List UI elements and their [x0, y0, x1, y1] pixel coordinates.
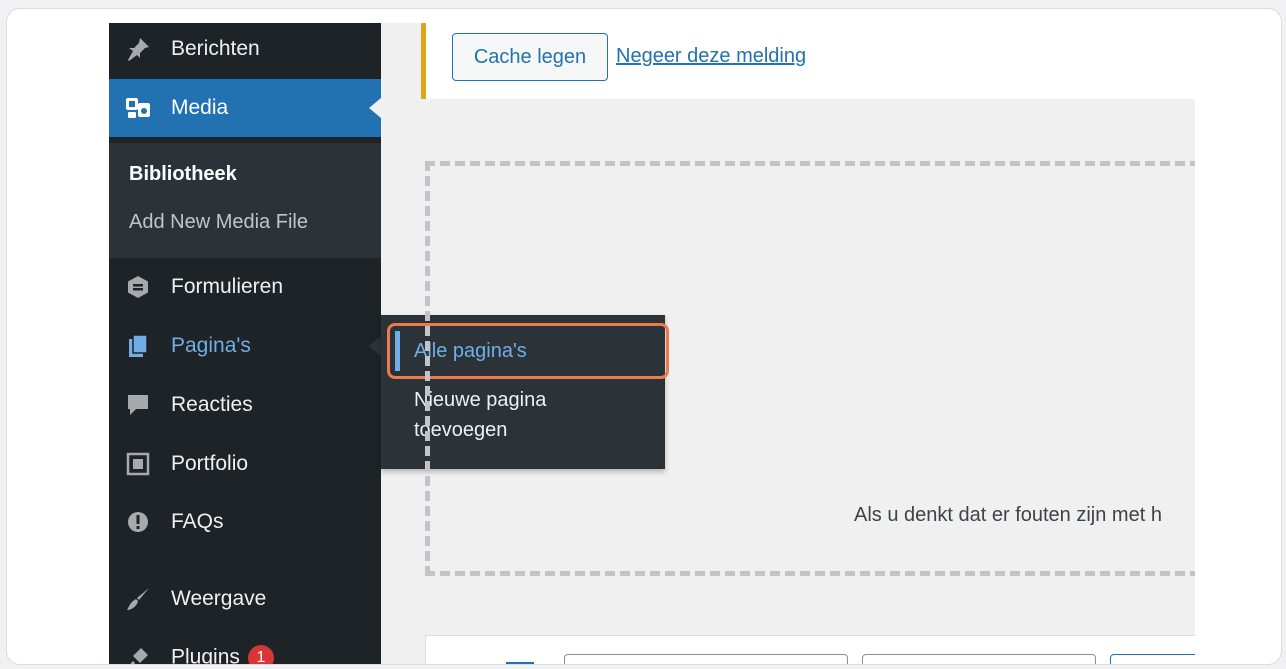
sidebar-item-label: FAQs [171, 510, 224, 533]
media-toolbar [425, 635, 1195, 664]
filter-select-1[interactable] [564, 654, 848, 664]
comment-icon [123, 390, 153, 420]
sidebar-item-weergave[interactable]: Weergave [109, 579, 381, 619]
pages-icon [123, 331, 153, 361]
dismiss-notice-link[interactable]: Negeer deze melding [616, 45, 806, 68]
update-count-badge: 1 [247, 645, 274, 664]
submenu-item-add-new-media[interactable]: Add New Media File [129, 211, 308, 234]
admin-notice: Cache legen Negeer deze melding [421, 23, 1195, 99]
sidebar-item-reacties[interactable]: Reacties [109, 385, 381, 425]
screenshot-frame: Berichten Media Bibliotheek Add New Medi… [6, 8, 1282, 665]
sidebar-item-media[interactable]: Media [109, 79, 381, 137]
upload-dropzone[interactable]: Als u denkt dat er fouten zijn met h [425, 161, 1195, 576]
forms-icon [123, 272, 153, 302]
plugins-label: Plugins [171, 645, 240, 664]
clear-cache-button[interactable]: Cache legen [452, 33, 608, 81]
grid-view-icon[interactable] [506, 662, 534, 664]
sidebar-item-label: Weergave [171, 587, 267, 610]
pin-icon [123, 34, 153, 64]
dropzone-hint-text: Als u denkt dat er fouten zijn met h [854, 504, 1162, 526]
sidebar-item-faqs[interactable]: FAQs [109, 502, 381, 542]
plugin-icon [123, 643, 153, 664]
sidebar-item-label: Media [171, 96, 229, 119]
sidebar-item-portfolio[interactable]: Portfolio [109, 444, 381, 484]
admin-sidebar: Berichten Media Bibliotheek Add New Medi… [109, 23, 381, 664]
sidebar-item-label: Plugins 1 [171, 645, 274, 664]
info-icon [123, 507, 153, 537]
sidebar-item-paginas[interactable]: Pagina's [109, 326, 381, 366]
submenu-item-bibliotheek[interactable]: Bibliotheek [129, 163, 237, 186]
sidebar-item-label: Formulieren [171, 275, 284, 298]
sidebar-item-label: Portfolio [171, 452, 249, 475]
sidebar-item-label: Berichten [171, 37, 260, 60]
media-icon [123, 93, 153, 123]
sidebar-item-formulieren[interactable]: Formulieren [109, 267, 381, 307]
media-submenu: Bibliotheek Add New Media File [109, 143, 381, 258]
sidebar-item-berichten[interactable]: Berichten [109, 29, 381, 69]
sidebar-item-label: Reacties [171, 393, 253, 416]
sidebar-item-label: Pagina's [171, 334, 251, 357]
sidebar-item-plugins[interactable]: Plugins 1 [109, 638, 381, 664]
filter-button[interactable] [1110, 654, 1195, 664]
wp-admin-viewport: Berichten Media Bibliotheek Add New Medi… [109, 23, 1195, 664]
brush-icon [123, 584, 153, 614]
filter-select-2[interactable] [862, 654, 1096, 664]
portfolio-icon [123, 449, 153, 479]
